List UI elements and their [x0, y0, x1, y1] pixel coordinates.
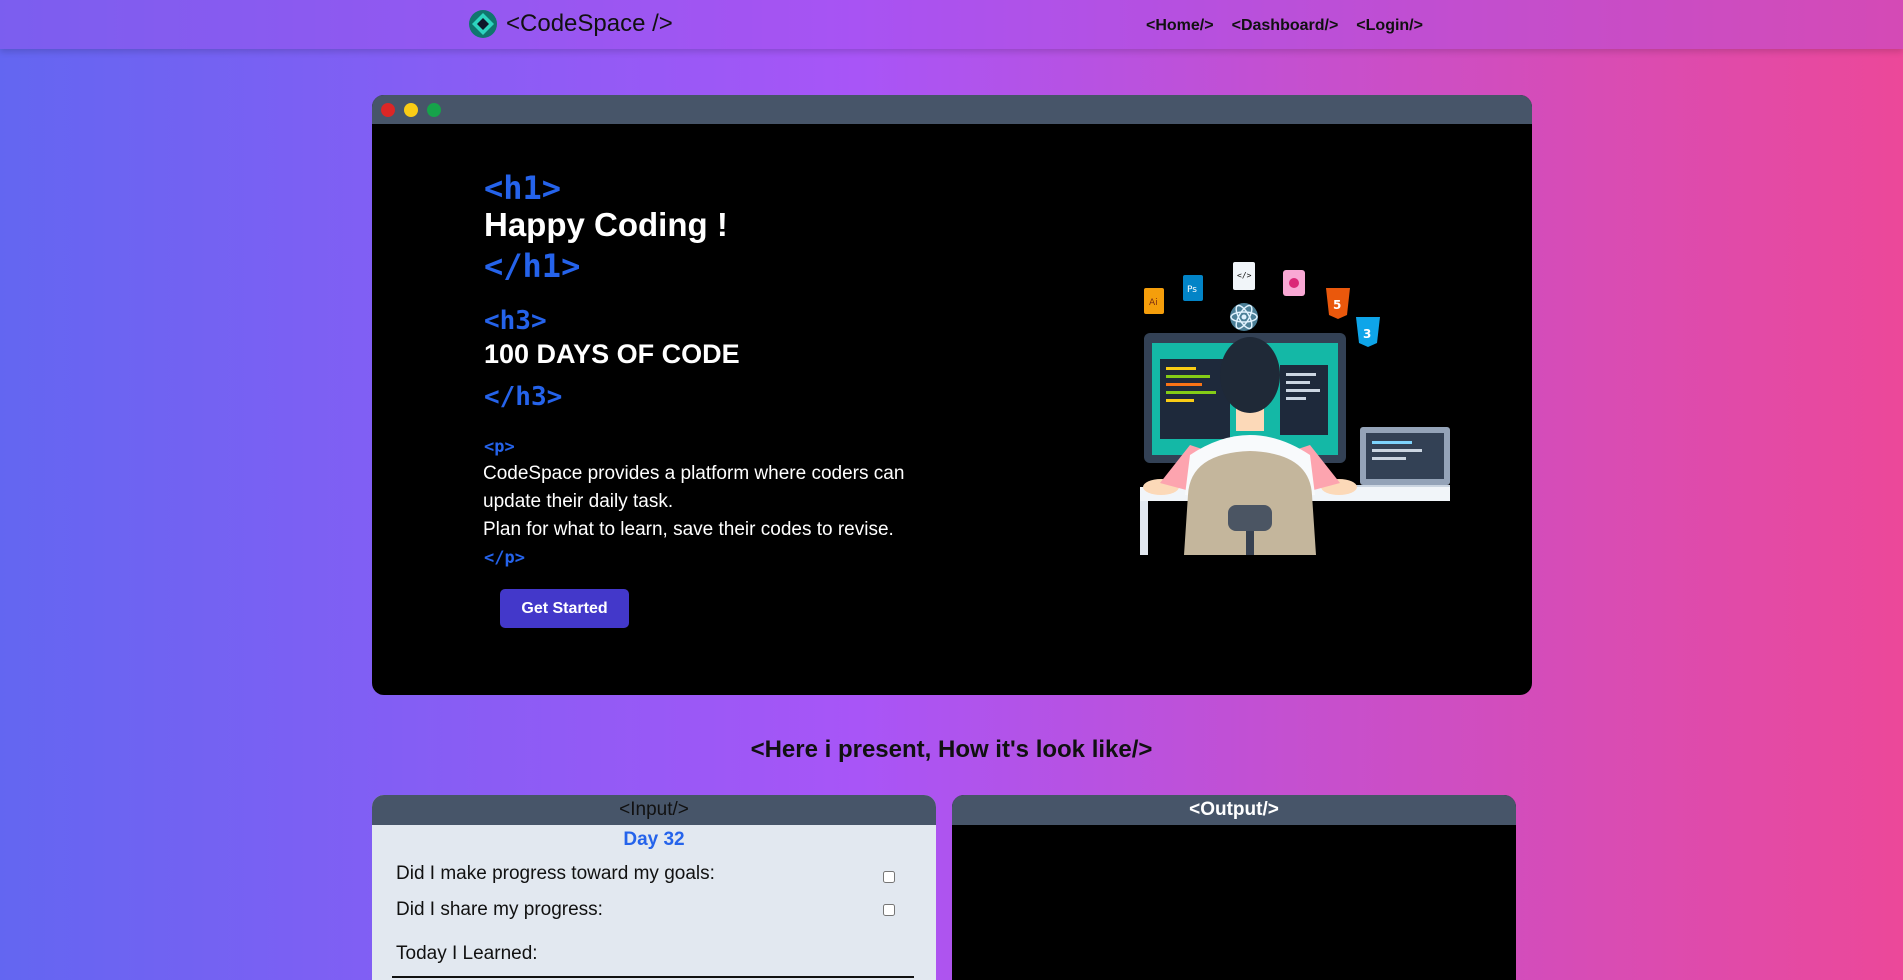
svg-text:3: 3 [1363, 327, 1371, 341]
today-learned-label: Today I Learned: [396, 943, 538, 964]
share-progress-label: Did I share my progress: [396, 899, 603, 920]
brand[interactable]: <CodeSpace /> [468, 9, 673, 39]
close-dot-icon [381, 103, 395, 117]
nav-login-link[interactable]: <Login/> [1356, 17, 1423, 35]
laptop-icon [1354, 427, 1450, 491]
p-open-tag: <p> [484, 437, 515, 457]
h1-close-tag: </h1> [484, 247, 581, 285]
design-file-icon [1283, 270, 1305, 296]
illustrator-file-icon: Ai [1144, 288, 1164, 314]
svg-text:5: 5 [1333, 298, 1341, 312]
day-label: Day 32 [623, 829, 685, 850]
hero-window: <h1> Happy Coding ! </h1> <h3> 100 DAYS … [372, 95, 1532, 695]
share-progress-checkbox[interactable] [883, 904, 895, 916]
coder-illustration: Ai Ps </> 5 3 [1140, 262, 1450, 555]
minimize-dot-icon [404, 103, 418, 117]
hero-description-line: Plan for what to learn, save their codes… [483, 519, 894, 540]
maximize-dot-icon [427, 103, 441, 117]
nav-links: <Home/> <Dashboard/> <Login/> [1146, 17, 1423, 35]
input-panel-title: <Input/> [372, 795, 936, 825]
hero-description-line: CodeSpace provides a platform where code… [483, 463, 905, 484]
css3-icon: 3 [1356, 317, 1380, 347]
svg-text:</>: </> [1237, 271, 1252, 280]
hero-subheading: 100 DAYS OF CODE [484, 339, 740, 369]
codespace-logo-icon [469, 10, 497, 38]
react-icon [1230, 303, 1258, 331]
goal-progress-checkbox[interactable] [883, 871, 895, 883]
output-panel-title: <Output/> [952, 795, 1516, 825]
h3-close-tag: </h3> [484, 382, 563, 412]
html5-icon: 5 [1326, 288, 1350, 319]
navbar: <CodeSpace /> <Home/> <Dashboard/> <Logi… [0, 0, 1903, 49]
brand-name: <CodeSpace /> [506, 10, 673, 37]
svg-text:Ps: Ps [1187, 285, 1197, 295]
today-learned-input[interactable] [392, 976, 914, 978]
hero-heading: Happy Coding ! [484, 206, 728, 243]
hero-description-line: update their daily task. [483, 491, 674, 512]
nav-dashboard-link[interactable]: <Dashboard/> [1232, 17, 1339, 35]
input-panel: <Input/> Day 32 Did I make progress towa… [372, 795, 936, 980]
svg-text:Ai: Ai [1149, 298, 1158, 308]
section-title: <Here i present, How it's look like/> [750, 736, 1153, 763]
window-title-bar [372, 95, 1532, 124]
photoshop-file-icon: Ps [1183, 275, 1203, 301]
p-close-tag: </p> [484, 548, 525, 568]
goal-progress-label: Did I make progress toward my goals: [396, 863, 715, 884]
get-started-button[interactable]: Get Started [500, 589, 629, 628]
hero-description: CodeSpace provides a platform where code… [483, 460, 953, 544]
nav-home-link[interactable]: <Home/> [1146, 17, 1214, 35]
h3-open-tag: <h3> [484, 306, 547, 336]
code-file-icon: </> [1233, 262, 1255, 290]
output-panel: <Output/> [952, 795, 1516, 980]
h1-open-tag: <h1> [484, 169, 562, 207]
